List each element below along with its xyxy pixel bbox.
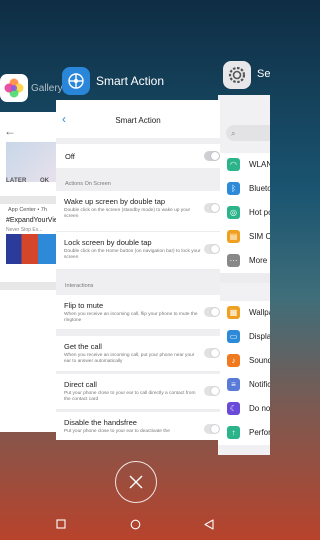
settings-item-performance: ↑ Perfor [218,421,270,445]
master-switch-row[interactable]: Off [56,144,220,168]
close-icon [129,475,143,489]
square-icon [56,519,66,529]
divider [0,196,58,204]
gallery-photo [6,142,58,182]
gallery-recent-card[interactable]: ← LATER OK App Center • 7h #ExpandYourVi… [0,112,58,432]
smart-action-app-title: Smart Action [96,74,165,88]
page-title: Smart Action [115,116,161,125]
settings-item-wallpaper: ▦ Wallpa [218,301,270,325]
master-switch-label: Off [65,152,75,161]
smart-action-recent-card[interactable]: ‹ Smart Action Off Actions On Screen Wak… [56,100,220,440]
gallery-app-title: Gallery [31,83,63,94]
notification-title: #ExpandYourVie [6,217,58,224]
direct-call-toggle[interactable] [204,386,220,396]
sound-icon: ♪ [227,354,240,367]
gallery-app-icon[interactable] [0,74,28,102]
settings-app-icon[interactable] [223,61,251,89]
wallpaper-icon: ▦ [227,306,240,319]
option-lock-double-tap[interactable]: Lock screen by double tap Double click o… [56,232,220,270]
moon-icon: ☾ [227,402,240,415]
smart-action-icon [68,73,84,89]
settings-item-sound: ♪ Sound [218,349,270,373]
smart-action-header: ‹ Smart Action [56,100,220,138]
option-flip-to-mute[interactable]: Flip to mute When you receive an incomin… [56,295,220,330]
back-button[interactable] [203,518,215,530]
gear-icon [228,66,246,84]
search-icon: ⌕ [231,129,236,138]
notification-images [6,234,58,264]
ok-button: OK [40,178,49,184]
settings-item-notifications: ≡ Notific [218,373,270,397]
display-icon: ▭ [227,330,240,343]
divider [218,273,270,283]
option-get-the-call[interactable]: Get the call When you receive an incomin… [56,336,220,372]
divider [0,282,58,290]
back-arrow-icon: ← [4,124,16,138]
option-wake-up-double-tap[interactable]: Wake up screen by double tap Double clic… [56,191,220,232]
master-toggle[interactable] [204,151,220,161]
settings-app-title: Se [257,68,271,80]
wifi-icon: ◠ [227,158,240,171]
wake-up-toggle[interactable] [204,203,220,213]
disable-handsfree-toggle[interactable] [204,424,220,434]
flower-icon [4,78,24,98]
settings-item-hotspot: ◎ Hot po [218,201,270,225]
sim-card-icon: ▤ [227,230,240,243]
get-the-call-toggle[interactable] [204,348,220,358]
performance-icon: ↑ [227,426,240,439]
settings-recent-card[interactable]: ⌕ ◠ WLAN ᛒ Blueto ◎ Hot po ▤ SIM Ca ··· … [218,95,270,455]
settings-item-display: ▭ Displa [218,325,270,349]
hotspot-icon: ◎ [227,206,240,219]
triangle-back-icon [204,518,214,530]
notification-source: App Center • 7h [8,207,47,213]
recents-button[interactable] [55,518,67,530]
notification-text: Never Stop Ex... [6,227,43,233]
navigation-bar [0,508,270,540]
notification-icon: ≡ [227,378,240,391]
smart-action-app-icon[interactable] [62,67,90,95]
later-button: LATER [6,178,27,184]
settings-item-sim: ▤ SIM Ca [218,225,270,249]
settings-item-do-not-disturb: ☾ Do not [218,397,270,421]
settings-item-bluetooth: ᛒ Blueto [218,177,270,201]
lock-screen-toggle[interactable] [204,244,220,254]
flip-to-mute-toggle[interactable] [204,307,220,317]
settings-item-wlan: ◠ WLAN [218,153,270,177]
settings-item-more: ··· More [218,249,270,273]
option-disable-handsfree[interactable]: Disable the handsfree Put your phone clo… [56,412,220,440]
option-direct-call[interactable]: Direct call Put your phone close to your… [56,374,220,410]
more-icon: ··· [227,254,240,267]
section-header-interactions: Interactions [65,283,94,289]
clear-all-button[interactable] [115,461,157,503]
bluetooth-icon: ᛒ [227,182,240,195]
section-header-on-screen: Actions On Screen [65,181,111,187]
circle-icon [130,519,140,529]
home-button[interactable] [129,518,141,530]
